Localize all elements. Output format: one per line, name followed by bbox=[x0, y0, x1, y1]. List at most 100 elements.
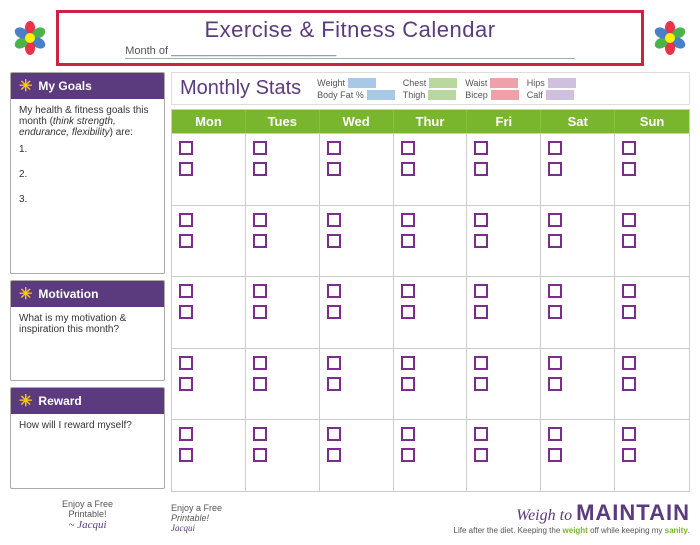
calendar-checkbox[interactable] bbox=[474, 284, 488, 298]
calendar-checkbox[interactable] bbox=[401, 377, 415, 391]
calendar-checkbox[interactable] bbox=[253, 213, 267, 227]
brand-left: Enjoy a Free Printable! Jacqui bbox=[171, 503, 222, 533]
calendar-checkbox[interactable] bbox=[474, 448, 488, 462]
cal-cell bbox=[320, 206, 394, 277]
calendar-checkbox[interactable] bbox=[179, 377, 193, 391]
calendar-checkbox[interactable] bbox=[622, 427, 636, 441]
stat-color-box-bodyfat% bbox=[367, 90, 395, 100]
calendar-checkbox[interactable] bbox=[548, 141, 562, 155]
cal-cell bbox=[246, 420, 320, 491]
cal-header-tues: Tues bbox=[246, 110, 320, 133]
calendar-checkbox[interactable] bbox=[253, 356, 267, 370]
calendar-checkbox[interactable] bbox=[327, 356, 341, 370]
calendar-checkbox[interactable] bbox=[548, 305, 562, 319]
calendar-checkbox[interactable] bbox=[548, 448, 562, 462]
calendar-checkbox[interactable] bbox=[622, 234, 636, 248]
calendar-checkbox[interactable] bbox=[548, 284, 562, 298]
cal-cell bbox=[541, 277, 615, 348]
calendar-checkbox[interactable] bbox=[622, 356, 636, 370]
calendar-checkbox[interactable] bbox=[327, 377, 341, 391]
calendar-checkbox[interactable] bbox=[401, 213, 415, 227]
calendar-checkbox[interactable] bbox=[401, 141, 415, 155]
bottom-brand: Enjoy a Free Printable! Jacqui Weigh to … bbox=[171, 496, 690, 535]
calendar-checkbox[interactable] bbox=[327, 427, 341, 441]
calendar-checkbox[interactable] bbox=[327, 448, 341, 462]
calendar-checkbox[interactable] bbox=[474, 162, 488, 176]
calendar-checkbox[interactable] bbox=[622, 448, 636, 462]
cal-cell bbox=[615, 349, 689, 420]
calendar-checkbox[interactable] bbox=[179, 305, 193, 319]
calendar-checkbox[interactable] bbox=[622, 305, 636, 319]
calendar-checkbox[interactable] bbox=[401, 234, 415, 248]
calendar-checkbox[interactable] bbox=[253, 448, 267, 462]
calendar-checkbox[interactable] bbox=[474, 141, 488, 155]
calendar-checkbox[interactable] bbox=[179, 213, 193, 227]
calendar-checkbox[interactable] bbox=[179, 284, 193, 298]
calendar-checkbox[interactable] bbox=[401, 284, 415, 298]
calendar-checkbox[interactable] bbox=[474, 377, 488, 391]
stat-color-box-waist bbox=[490, 78, 518, 88]
calendar-checkbox[interactable] bbox=[474, 213, 488, 227]
calendar-checkbox[interactable] bbox=[253, 141, 267, 155]
calendar-checkbox[interactable] bbox=[179, 162, 193, 176]
cal-cell bbox=[541, 134, 615, 205]
calendar-checkbox[interactable] bbox=[474, 234, 488, 248]
calendar-checkbox[interactable] bbox=[253, 162, 267, 176]
calendar-checkbox[interactable] bbox=[327, 305, 341, 319]
calendar-checkbox[interactable] bbox=[253, 305, 267, 319]
calendar-checkbox[interactable] bbox=[401, 427, 415, 441]
calendar-checkbox[interactable] bbox=[179, 141, 193, 155]
calendar-checkbox[interactable] bbox=[327, 284, 341, 298]
reward-body: How will I reward myself? bbox=[11, 414, 164, 474]
calendar-checkbox[interactable] bbox=[327, 162, 341, 176]
cal-row-1 bbox=[172, 205, 689, 277]
calendar-checkbox[interactable] bbox=[253, 427, 267, 441]
calendar-checkbox[interactable] bbox=[622, 284, 636, 298]
calendar-checkbox[interactable] bbox=[179, 356, 193, 370]
calendar-checkbox[interactable] bbox=[401, 162, 415, 176]
calendar-checkbox[interactable] bbox=[327, 213, 341, 227]
main-content: Monthly Stats WeightChestWaistHipsBody F… bbox=[171, 72, 690, 535]
cal-cell bbox=[467, 349, 541, 420]
page-title: Exercise & Fitness Calendar bbox=[204, 17, 495, 43]
calendar-checkbox[interactable] bbox=[401, 448, 415, 462]
calendar-checkbox[interactable] bbox=[548, 356, 562, 370]
cal-cell bbox=[615, 277, 689, 348]
sidebar-bottom: Enjoy a Free Printable! ~ Jacqui bbox=[10, 495, 165, 535]
calendar-checkbox[interactable] bbox=[548, 213, 562, 227]
calendar-checkbox[interactable] bbox=[474, 427, 488, 441]
calendar-header: MonTuesWedThurFriSatSun bbox=[172, 110, 689, 133]
calendar-checkbox[interactable] bbox=[548, 162, 562, 176]
calendar-checkbox[interactable] bbox=[622, 377, 636, 391]
cal-cell bbox=[172, 277, 246, 348]
calendar-checkbox[interactable] bbox=[253, 377, 267, 391]
stats-bar: Monthly Stats WeightChestWaistHipsBody F… bbox=[171, 72, 690, 105]
cal-row-3 bbox=[172, 348, 689, 420]
goal-item-3: 3. bbox=[19, 194, 156, 205]
calendar-checkbox[interactable] bbox=[548, 377, 562, 391]
calendar-checkbox[interactable] bbox=[474, 305, 488, 319]
calendar-checkbox[interactable] bbox=[622, 162, 636, 176]
calendar-checkbox[interactable] bbox=[253, 284, 267, 298]
goals-section: ✳ My Goals My health & fitness goals thi… bbox=[10, 72, 165, 274]
cal-cell bbox=[172, 420, 246, 491]
calendar-checkbox[interactable] bbox=[179, 427, 193, 441]
calendar-checkbox[interactable] bbox=[327, 141, 341, 155]
calendar-checkbox[interactable] bbox=[622, 213, 636, 227]
right-flower-icon bbox=[650, 18, 690, 58]
cal-cell bbox=[615, 206, 689, 277]
calendar-checkbox[interactable] bbox=[474, 356, 488, 370]
stat-color-box-thigh bbox=[428, 90, 456, 100]
calendar-checkbox[interactable] bbox=[548, 234, 562, 248]
cal-cell bbox=[541, 420, 615, 491]
brand-bold: MAINTAIN bbox=[576, 500, 690, 526]
calendar-checkbox[interactable] bbox=[401, 356, 415, 370]
calendar-checkbox[interactable] bbox=[401, 305, 415, 319]
calendar-checkbox[interactable] bbox=[179, 234, 193, 248]
calendar-checkbox[interactable] bbox=[179, 448, 193, 462]
calendar-checkbox[interactable] bbox=[327, 234, 341, 248]
calendar-checkbox[interactable] bbox=[253, 234, 267, 248]
calendar-checkbox[interactable] bbox=[548, 427, 562, 441]
calendar-checkbox[interactable] bbox=[622, 141, 636, 155]
goal-item-2: 2. bbox=[19, 169, 156, 180]
